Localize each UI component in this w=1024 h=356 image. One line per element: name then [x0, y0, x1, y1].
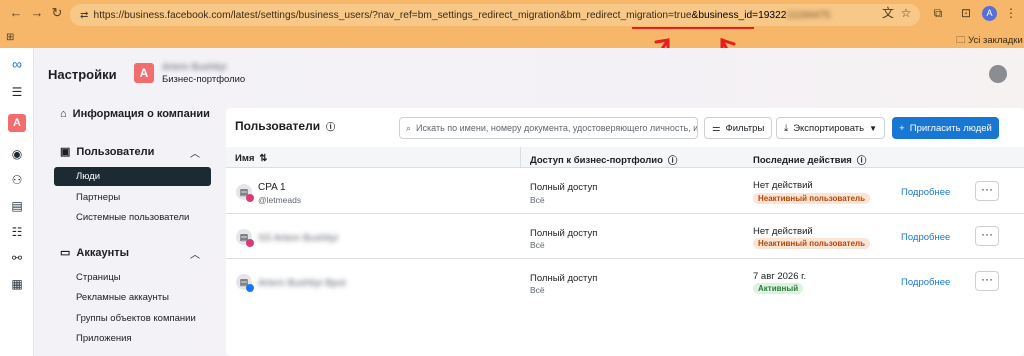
caret-down-icon: ▼	[869, 123, 878, 133]
sidebar-item-partners[interactable]: Партнеры	[76, 192, 120, 203]
info-icon[interactable]: ⓘ	[326, 120, 335, 133]
access-level: Полный доступ	[530, 228, 598, 239]
last-action: Нет действий	[753, 226, 813, 237]
user-handle: @letmeads	[258, 195, 302, 205]
invite-people-button[interactable]: + Пригласить людей	[892, 117, 999, 139]
sidebar-item-pages[interactable]: Страницы	[76, 272, 121, 283]
sidebar-item-system-users[interactable]: Системные пользователи	[76, 212, 189, 223]
people-icon[interactable]: ⚇	[9, 172, 25, 188]
more-options-button[interactable]: ···	[975, 181, 999, 201]
search-input[interactable]: ⌕ Искать по имени, номеру документа, удос…	[399, 117, 698, 139]
hamburger-menu-icon[interactable]: ☰	[9, 84, 25, 100]
status-badge: Активный	[753, 283, 804, 294]
filter-icon: ⚌	[712, 122, 721, 134]
user-name[interactable]: Artem Bushtiyi Bpot	[258, 278, 346, 289]
chevron-up-icon[interactable]: ︿	[190, 145, 200, 160]
sidebar-item-people[interactable]: Люди	[54, 167, 211, 186]
meta-logo-icon[interactable]: ∞	[9, 56, 25, 72]
sidebar-item-asset-groups[interactable]: Группы объектов компании	[76, 313, 196, 324]
access-scope: Всё	[530, 285, 545, 295]
details-link[interactable]: Подробнее	[901, 277, 950, 288]
more-options-button[interactable]: ···	[975, 271, 999, 291]
column-divider	[520, 147, 521, 168]
business-subtitle: Бизнес-портфолио	[162, 74, 246, 85]
status-badge: Неактивный пользователь	[753, 238, 871, 249]
filters-button[interactable]: ⚌ Фильтры	[704, 117, 773, 139]
column-last-actions: Последние действия ⓘ	[753, 153, 867, 168]
chevron-up-icon[interactable]: ︿	[190, 246, 200, 261]
store-icon: ▭	[60, 247, 71, 259]
ads-icon[interactable]: ☷	[9, 224, 25, 240]
navigation-icon[interactable]: ◉	[9, 146, 25, 162]
status-badge: Неактивный пользователь	[753, 193, 871, 204]
last-action: 7 авг 2026 г.	[753, 271, 807, 282]
business-name[interactable]: Artem Bushtiyi	[162, 62, 226, 73]
plus-icon: +	[899, 122, 905, 134]
panel-title: Пользователи ⓘ	[235, 119, 336, 133]
column-name[interactable]: Имя ⇅	[235, 153, 267, 164]
download-icon: ⤓	[784, 122, 789, 134]
access-level: Полный доступ	[530, 273, 598, 284]
user-name[interactable]: SS Artem Bushtiyi	[258, 233, 338, 244]
info-icon[interactable]: ⓘ	[857, 153, 867, 167]
sidebar-item-ad-accounts[interactable]: Рекламные аккаунты	[76, 292, 169, 303]
page-title: Настройки	[48, 67, 117, 82]
reports-icon[interactable]: ▦	[9, 276, 25, 292]
last-action: Нет действий	[753, 180, 813, 191]
user-badge-icon: ▣	[60, 146, 71, 158]
business-switcher[interactable]: A	[8, 114, 26, 132]
user-name[interactable]: CPA 1	[258, 182, 286, 193]
details-link[interactable]: Подробнее	[901, 232, 950, 243]
access-scope: Всё	[530, 195, 545, 205]
sidebar-section-users[interactable]: ▣ Пользователи	[60, 145, 154, 159]
export-button[interactable]: ⤓ Экспортировать ▼	[776, 117, 886, 139]
instagram-icon	[246, 194, 254, 202]
column-access: Доступ к бизнес-портфолио ⓘ	[530, 153, 678, 168]
left-rail: ∞ ☰ ◉ ⚇ ▤ ☷ ⚯ ▦	[0, 48, 34, 356]
user-avatar[interactable]	[989, 65, 1007, 83]
info-icon[interactable]: ⓘ	[668, 153, 678, 167]
facebook-icon	[246, 284, 254, 292]
details-link[interactable]: Подробнее	[901, 187, 950, 198]
building-icon: ⌂	[60, 108, 67, 120]
sidebar-item-apps[interactable]: Приложения	[76, 333, 132, 344]
sidebar-item-company-info[interactable]: ⌂ Информация о компании	[60, 108, 210, 120]
sort-icon[interactable]: ⇅	[259, 153, 267, 164]
instagram-icon	[246, 239, 254, 247]
access-scope: Всё	[530, 240, 545, 250]
access-level: Полный доступ	[530, 182, 598, 193]
integrations-icon[interactable]: ⚯	[9, 250, 25, 266]
posts-icon[interactable]: ▤	[9, 198, 25, 214]
search-icon: ⌕	[406, 122, 412, 133]
sidebar-section-accounts[interactable]: ▭ Аккаунты	[60, 246, 129, 260]
more-options-button[interactable]: ···	[975, 226, 999, 246]
business-logo[interactable]: A	[134, 63, 154, 83]
